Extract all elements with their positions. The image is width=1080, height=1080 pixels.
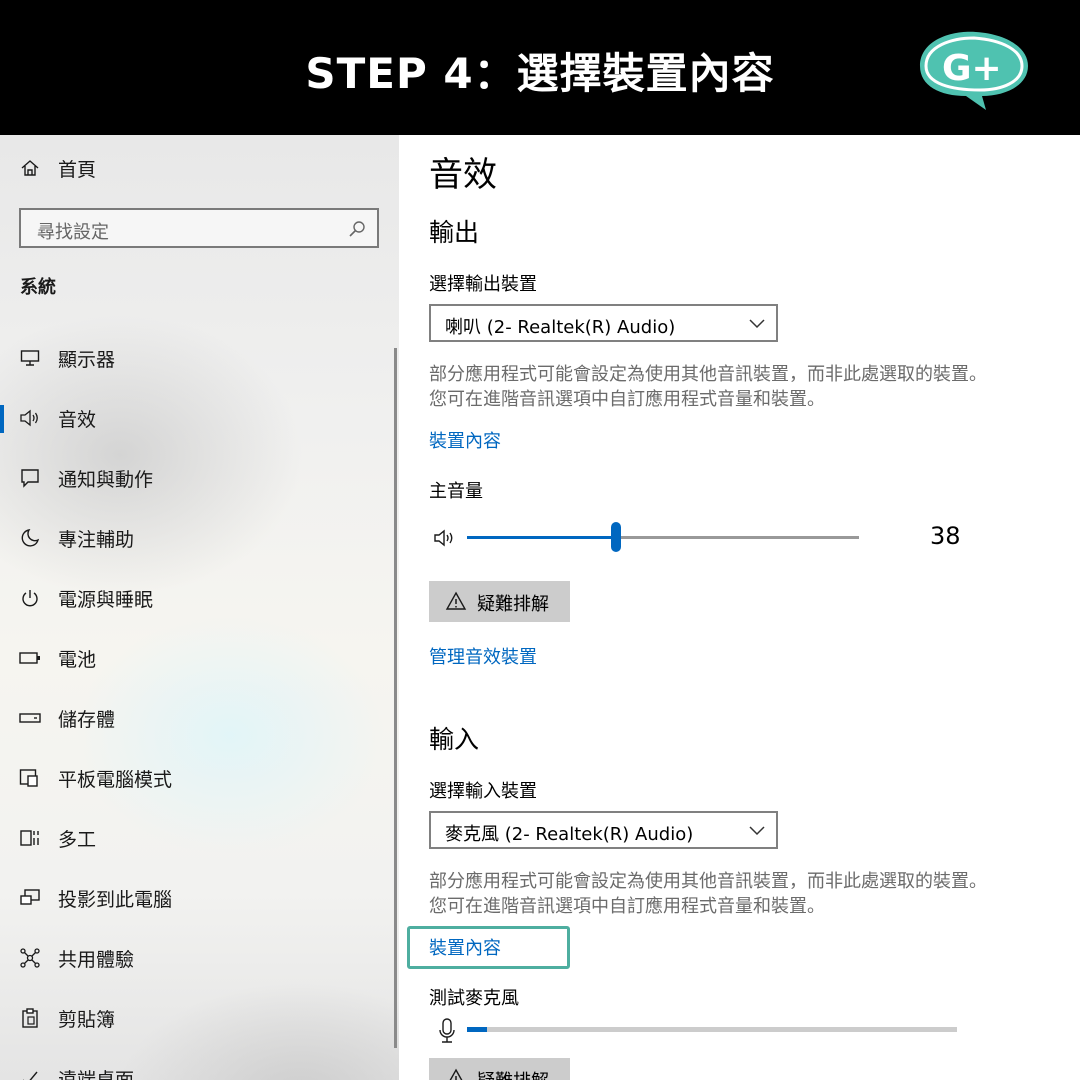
tablet-icon xyxy=(19,767,41,789)
share-icon xyxy=(19,947,41,969)
sidebar-item-label: 多工 xyxy=(58,828,97,851)
sidebar-item-remote-desktop[interactable]: 遠端桌面 xyxy=(0,1058,399,1080)
sidebar-item-label: 儲存體 xyxy=(58,708,116,731)
sidebar-item-clipboard[interactable]: 剪貼簿 xyxy=(0,998,399,1038)
master-volume-label: 主音量 xyxy=(429,481,483,502)
input-heading: 輸入 xyxy=(429,725,480,754)
sidebar-item-label: 剪貼簿 xyxy=(58,1008,116,1031)
sidebar-item-tablet-mode[interactable]: 平板電腦模式 xyxy=(0,758,399,798)
volume-speaker-icon[interactable] xyxy=(433,527,459,549)
home-icon xyxy=(19,157,41,179)
page-title: 音效 xyxy=(429,155,497,195)
sidebar-item-battery[interactable]: 電池 xyxy=(0,638,399,678)
sidebar-item-notifications[interactable]: 通知與動作 xyxy=(0,458,399,498)
volume-value: 38 xyxy=(930,522,961,550)
sidebar-item-multitasking[interactable]: 多工 xyxy=(0,818,399,858)
sidebar-item-project[interactable]: 投影到此電腦 xyxy=(0,878,399,918)
battery-icon xyxy=(19,647,41,669)
speaker-icon xyxy=(19,407,41,429)
microphone-level-meter xyxy=(467,1027,957,1032)
volume-fill xyxy=(467,536,616,539)
input-description: 部分應用程式可能會設定為使用其他音訊裝置，而非此處選取的裝置。您可在進階音訊選項… xyxy=(429,871,987,917)
monitor-icon xyxy=(19,347,41,369)
sidebar-item-label: 投影到此電腦 xyxy=(58,888,173,911)
settings-search-input[interactable]: 尋找設定 xyxy=(19,208,379,248)
microphone-icon xyxy=(439,1018,455,1043)
output-heading: 輸出 xyxy=(429,218,480,247)
input-device-dropdown[interactable]: 麥克風 (2- Realtek(R) Audio) xyxy=(429,811,778,849)
sound-settings-pane: 音效 輸出 選擇輸出裝置 喇叭 (2- Realtek(R) Audio) 部分… xyxy=(399,135,1080,1080)
sidebar-section-title: 系統 xyxy=(20,277,56,298)
microphone-level-fill xyxy=(467,1027,487,1032)
troubleshoot-label: 疑難排解 xyxy=(477,594,549,615)
sidebar-item-label: 共用體驗 xyxy=(58,948,135,971)
moon-icon xyxy=(19,527,41,549)
input-troubleshoot-button[interactable]: 疑難排解 xyxy=(429,1058,570,1080)
output-troubleshoot-button[interactable]: 疑難排解 xyxy=(429,581,570,622)
output-description: 部分應用程式可能會設定為使用其他音訊裝置，而非此處選取的裝置。您可在進階音訊選項… xyxy=(429,364,987,410)
output-device-dropdown[interactable]: 喇叭 (2- Realtek(R) Audio) xyxy=(429,304,778,342)
remote-desktop-icon xyxy=(19,1067,41,1080)
input-select-label: 選擇輸入裝置 xyxy=(429,781,537,802)
sidebar-item-focus-assist[interactable]: 專注輔助 xyxy=(0,518,399,558)
sidebar-item-power[interactable]: 電源與睡眠 xyxy=(0,578,399,618)
sidebar-item-label: 遠端桌面 xyxy=(58,1068,135,1080)
sidebar-item-label: 電池 xyxy=(58,648,97,671)
sidebar-item-label: 音效 xyxy=(58,408,97,431)
top-banner: STEP 4：選擇裝置內容 G+ xyxy=(0,0,1080,135)
warning-icon xyxy=(445,591,467,610)
search-placeholder: 尋找設定 xyxy=(37,222,109,243)
warning-icon xyxy=(449,1068,463,1080)
storage-icon xyxy=(19,707,41,729)
master-volume-slider[interactable] xyxy=(467,522,859,554)
sidebar-item-home[interactable]: 首頁 xyxy=(0,148,399,188)
manage-sound-devices-link[interactable]: 管理音效裝置 xyxy=(429,643,537,669)
test-microphone-label: 測試麥克風 xyxy=(429,988,519,1009)
sidebar-item-label: 通知與動作 xyxy=(58,468,154,491)
output-device-value: 喇叭 (2- Realtek(R) Audio) xyxy=(445,317,676,338)
troubleshoot-label: 疑難排解 xyxy=(477,1067,549,1080)
sidebar-item-sound[interactable]: 音效 xyxy=(0,398,399,438)
search-icon xyxy=(349,221,365,237)
sidebar-item-label: 平板電腦模式 xyxy=(58,768,173,791)
chevron-down-icon xyxy=(749,319,765,329)
sidebar-item-storage[interactable]: 儲存體 xyxy=(0,698,399,738)
chevron-down-icon xyxy=(749,826,765,836)
multitask-icon xyxy=(19,827,41,849)
project-icon xyxy=(19,887,41,909)
settings-sidebar: 首頁 尋找設定 系統 顯示器 音效 通知與動作 專注輔助 電源與睡眠 電池 儲存… xyxy=(0,135,399,1080)
notification-icon xyxy=(19,467,41,489)
sidebar-item-label: 電源與睡眠 xyxy=(58,588,154,611)
power-icon xyxy=(19,587,41,609)
input-device-value: 麥克風 (2- Realtek(R) Audio) xyxy=(445,824,694,845)
sidebar-item-label: 專注輔助 xyxy=(58,528,135,551)
sidebar-item-label: 顯示器 xyxy=(58,348,116,371)
output-device-properties-link[interactable]: 裝置內容 xyxy=(429,427,501,453)
sidebar-scrollbar[interactable] xyxy=(394,348,397,1048)
brand-logo-icon: G+ xyxy=(920,31,1028,110)
output-select-label: 選擇輸出裝置 xyxy=(429,274,537,295)
input-device-properties-link[interactable]: 裝置內容 xyxy=(429,934,501,960)
clipboard-icon xyxy=(19,1007,41,1029)
sidebar-item-display[interactable]: 顯示器 xyxy=(0,338,399,378)
logo-text: G+ xyxy=(942,48,1002,89)
sidebar-item-shared-experiences[interactable]: 共用體驗 xyxy=(0,938,399,978)
sidebar-home-label: 首頁 xyxy=(58,158,97,181)
volume-thumb[interactable] xyxy=(610,522,621,552)
